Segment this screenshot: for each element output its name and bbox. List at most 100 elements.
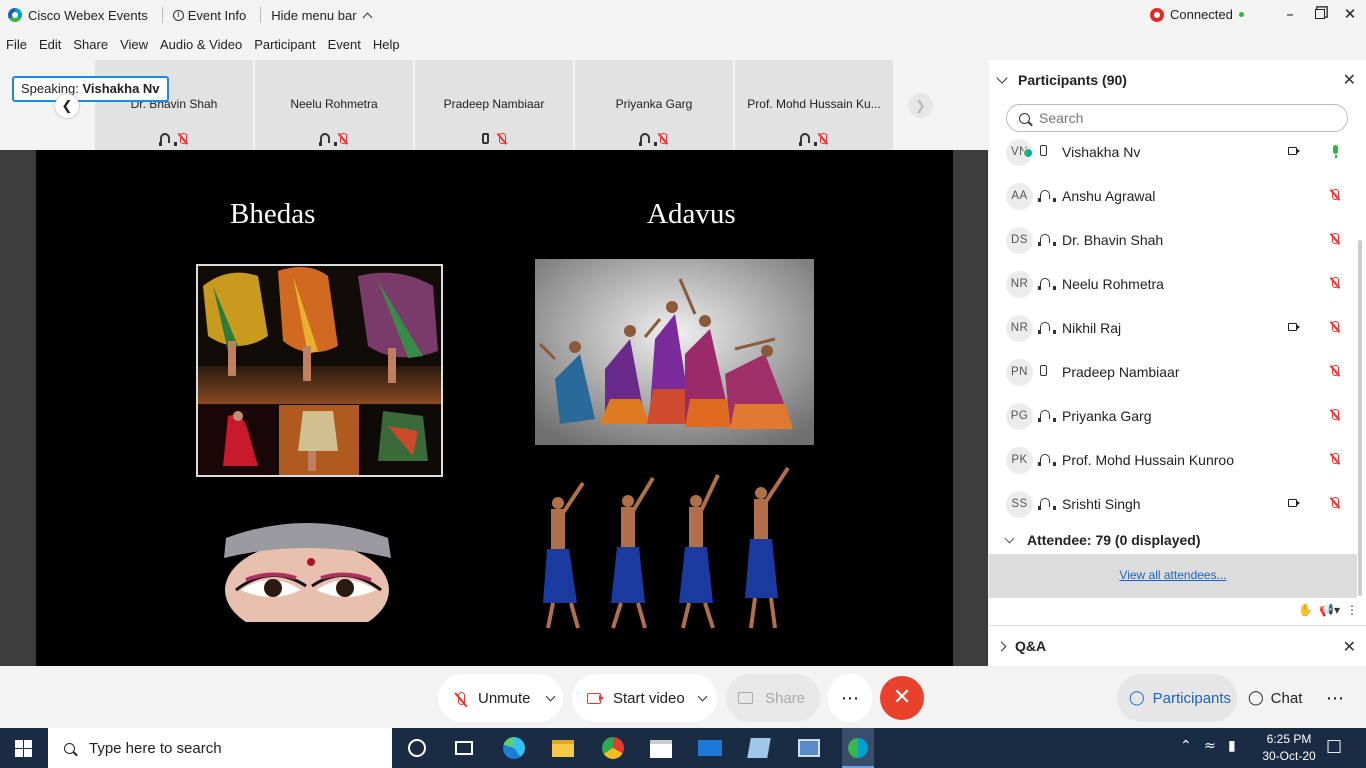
- shared-slide: Bhedas Adavus: [36, 150, 953, 666]
- file-explorer-icon[interactable]: [551, 736, 575, 760]
- chevron-up-icon[interactable]: ⌃: [1180, 738, 1192, 754]
- menu-file[interactable]: File: [0, 33, 33, 57]
- participants-toggle-button[interactable]: ◯ Participants: [1117, 674, 1237, 722]
- qa-panel-title: Q&A: [1015, 638, 1047, 654]
- menu-share[interactable]: Share: [67, 33, 114, 57]
- participants-panel-header[interactable]: Participants (90) ✕: [989, 60, 1366, 100]
- search-icon: [1019, 112, 1030, 124]
- menu-view[interactable]: View: [114, 33, 154, 57]
- participant-row[interactable]: SS Srishti Singh: [989, 482, 1357, 526]
- close-window-button[interactable]: ✕: [1335, 3, 1365, 25]
- close-participants-panel-button[interactable]: ✕: [1343, 70, 1356, 89]
- qa-panel-header[interactable]: Q&A ✕: [989, 625, 1366, 666]
- webex-taskbar-icon[interactable]: [842, 728, 874, 768]
- participant-name: Priyanka Garg: [1062, 408, 1152, 424]
- taskbar-search-box[interactable]: Type here to search: [48, 728, 392, 768]
- strip-next-button[interactable]: ❯: [908, 93, 933, 118]
- info-icon: i: [172, 9, 184, 21]
- task-view-icon[interactable]: [452, 736, 476, 760]
- participant-row[interactable]: DS Dr. Bhavin Shah: [989, 218, 1357, 262]
- taskbar-clock[interactable]: 6:25 PM 30-Oct-20: [1254, 731, 1324, 765]
- more-options-button[interactable]: ⋯: [828, 674, 872, 722]
- speaker-name: Vishakha Nv: [82, 81, 160, 96]
- mic-muted-icon: [338, 133, 348, 145]
- chrome-icon[interactable]: [601, 736, 625, 760]
- avatar: AA: [1006, 182, 1033, 210]
- menu-edit[interactable]: Edit: [33, 33, 67, 57]
- thumbnail-tile[interactable]: Prof. Mohd Hussain Ku...: [735, 60, 893, 150]
- minimize-button[interactable]: –: [1275, 3, 1305, 25]
- strip-prev-button[interactable]: ❮: [55, 94, 79, 118]
- connection-status[interactable]: Connected: [1150, 7, 1244, 22]
- thumbnail-tile[interactable]: Neelu Rohmetra: [255, 60, 413, 150]
- avatar: NR: [1006, 270, 1033, 298]
- thumbnail-name: Prof. Mohd Hussain Ku...: [747, 97, 881, 111]
- bhedas-collage-art: [198, 266, 441, 475]
- edge-browser-icon[interactable]: [502, 736, 526, 760]
- participant-row[interactable]: VN Vishakha Nv: [989, 136, 1357, 174]
- leave-event-button[interactable]: ✕: [880, 676, 924, 720]
- event-info-button[interactable]: i Event Info: [172, 8, 246, 23]
- male-dancers-art: [533, 463, 799, 641]
- menu-bar: File Edit Share View Audio & Video Parti…: [0, 33, 406, 57]
- more-options-icon[interactable]: ⋮: [1346, 603, 1358, 617]
- participant-search-input[interactable]: [1039, 110, 1329, 126]
- headset-icon: [1038, 498, 1056, 510]
- menu-participant[interactable]: Participant: [248, 33, 321, 57]
- view-all-attendees-link[interactable]: View all attendees...: [1119, 568, 1226, 582]
- avatar: SS: [1006, 490, 1033, 518]
- raise-hand-button[interactable]: ✋: [1298, 603, 1313, 617]
- close-qa-panel-button[interactable]: ✕: [1343, 637, 1356, 656]
- thumbnail-tile[interactable]: Pradeep Nambiaar: [415, 60, 573, 150]
- attendee-section-header[interactable]: Attendee: 79 (0 displayed): [989, 529, 1357, 551]
- mic-muted-icon: [1330, 321, 1340, 333]
- chevron-down-icon[interactable]: [697, 691, 708, 701]
- hide-menu-bar-button[interactable]: Hide menu bar: [271, 8, 372, 23]
- announce-button[interactable]: 📢▾: [1319, 603, 1340, 617]
- cortana-icon[interactable]: [405, 736, 429, 760]
- participant-tools: ✋ 📢▾ ⋮: [1298, 603, 1358, 617]
- start-video-button[interactable]: Start video: [572, 674, 717, 722]
- chevron-down-icon: [1004, 533, 1015, 544]
- video-icon: [1288, 323, 1300, 331]
- chat-button[interactable]: ◯ Chat: [1240, 674, 1312, 722]
- mic-muted-icon: [1330, 277, 1340, 289]
- status-dot-icon: [1238, 12, 1244, 17]
- mail-icon[interactable]: [698, 736, 722, 760]
- battery-icon[interactable]: ▮: [1228, 738, 1236, 754]
- thumbnail-name: Pradeep Nambiaar: [443, 97, 545, 111]
- participant-row[interactable]: AA Anshu Agrawal: [989, 174, 1357, 218]
- participant-row[interactable]: NR Nikhil Raj: [989, 306, 1357, 350]
- headset-icon: [1038, 278, 1056, 290]
- headset-icon: [1038, 190, 1056, 202]
- remote-desktop-icon[interactable]: [797, 736, 821, 760]
- share-label: Share: [765, 689, 806, 707]
- participant-row[interactable]: NR Neelu Rohmetra: [989, 262, 1357, 306]
- windows-start-icon[interactable]: [15, 740, 32, 757]
- participant-row[interactable]: PG Priyanka Garg: [989, 394, 1357, 438]
- menu-event[interactable]: Event: [322, 33, 367, 57]
- restore-button[interactable]: [1305, 3, 1335, 25]
- more-icon: ⋯: [1326, 687, 1344, 708]
- participant-row[interactable]: PK Prof. Mohd Hussain Kunroo: [989, 438, 1357, 482]
- participant-list: VN Vishakha Nv AA Anshu Agrawal DS Dr. B…: [989, 136, 1357, 536]
- unmute-button[interactable]: Unmute: [438, 674, 563, 722]
- store-icon[interactable]: [649, 736, 673, 760]
- menu-help[interactable]: Help: [367, 33, 406, 57]
- wifi-icon[interactable]: ≈: [1204, 738, 1216, 754]
- more-panels-button[interactable]: ⋯: [1318, 674, 1352, 722]
- thumbnail-tile[interactable]: Priyanka Garg: [575, 60, 733, 150]
- participant-row[interactable]: PN Pradeep Nambiaar: [989, 350, 1357, 394]
- share-button[interactable]: Share: [726, 674, 820, 722]
- chevron-right-icon: ❯: [915, 98, 926, 113]
- menu-audio-video[interactable]: Audio & Video: [154, 33, 248, 57]
- participant-name: Neelu Rohmetra: [1062, 276, 1164, 292]
- taskbar-search-placeholder: Type here to search: [89, 739, 222, 757]
- app-icon[interactable]: [747, 736, 771, 760]
- participant-list-scrollbar[interactable]: [1358, 240, 1362, 596]
- notification-icon[interactable]: □: [1326, 736, 1342, 756]
- mic-muted-icon: [1330, 233, 1340, 245]
- participant-search[interactable]: [1006, 104, 1348, 132]
- thumbnail-tile[interactable]: Dr. Bhavin Shah: [95, 60, 253, 150]
- chevron-down-icon[interactable]: [545, 691, 555, 701]
